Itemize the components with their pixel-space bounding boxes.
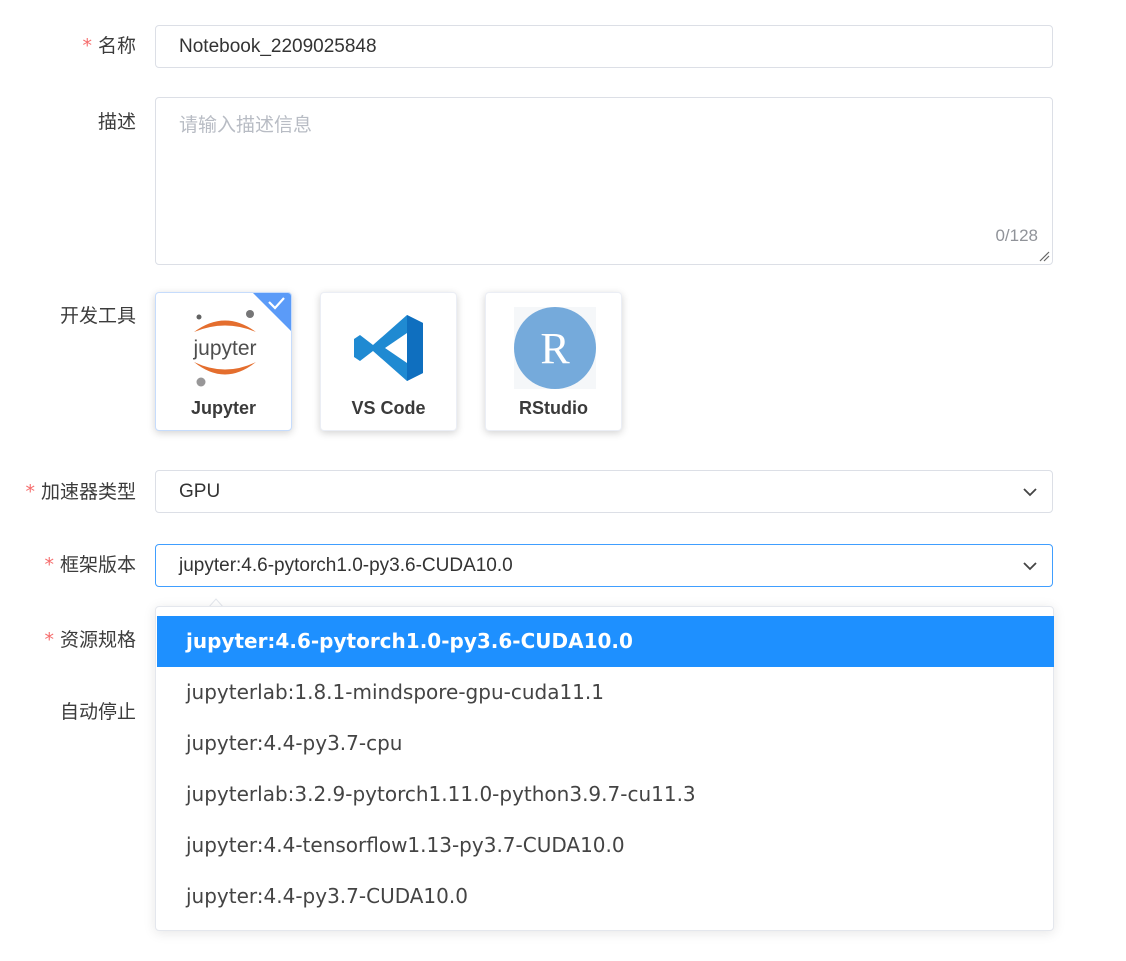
chevron-down-icon <box>1023 562 1037 571</box>
selected-check-icon <box>253 293 291 331</box>
description-placeholder: 请输入描述信息 <box>179 114 313 136</box>
vscode-logo-icon <box>354 315 423 381</box>
framework-dropdown: jupyter:4.6-pytorch1.0-py3.6-CUDA10.0 ju… <box>155 606 1054 931</box>
dev-tools-label: 开发工具 <box>59 305 136 327</box>
name-input-value: Notebook_2209025848 <box>179 36 377 57</box>
resource-spec-label: * 资源规格 <box>44 629 136 651</box>
tool-name-rstudio: RStudio <box>519 398 588 418</box>
rstudio-logo-icon: R <box>514 307 596 389</box>
framework-option[interactable]: jupyter:4.4-py3.7-cpu <box>157 718 1054 769</box>
framework-option[interactable]: jupyter:4.4-tensorflow1.13-py3.7-CUDA10.… <box>157 820 1054 871</box>
tool-card-vscode[interactable]: VS Code <box>320 292 457 431</box>
framework-option[interactable]: jupyterlab:1.8.1-mindspore-gpu-cuda11.1 <box>157 667 1054 718</box>
framework-option[interactable]: jupyterlab:3.2.9-pytorch1.11.0-python3.9… <box>157 769 1054 820</box>
rstudio-logo-text: R <box>540 324 570 373</box>
tool-card-rstudio[interactable]: R RStudio <box>485 292 622 431</box>
chevron-down-icon <box>1023 488 1037 497</box>
description-textarea[interactable]: 请输入描述信息 0/128 <box>155 97 1053 265</box>
description-label: 描述 <box>97 111 136 133</box>
tool-name-jupyter: Jupyter <box>190 398 257 418</box>
framework-select-value: jupyter:4.6-pytorch1.0-py3.6-CUDA10.0 <box>179 555 513 576</box>
framework-option[interactable]: jupyter:4.4-py3.7-CUDA10.0 <box>157 871 1054 922</box>
resize-handle-icon[interactable] <box>1038 250 1050 262</box>
name-input[interactable]: Notebook_2209025848 <box>155 25 1053 68</box>
tool-card-jupyter[interactable]: jupyter Jupyter <box>155 292 292 431</box>
framework-select[interactable]: jupyter:4.6-pytorch1.0-py3.6-CUDA10.0 <box>155 544 1053 587</box>
auto-stop-label: 自动停止 <box>59 701 136 723</box>
framework-label: * 框架版本 <box>44 554 136 576</box>
accelerator-select-value: GPU <box>179 481 221 502</box>
tool-name-vscode: VS Code <box>351 398 426 418</box>
framework-option[interactable]: jupyter:4.6-pytorch1.0-py3.6-CUDA10.0 <box>157 616 1054 667</box>
jupyter-logo-text: jupyter <box>192 337 256 360</box>
accelerator-label: * 加速器类型 <box>25 481 136 503</box>
accelerator-select[interactable]: GPU <box>155 470 1053 513</box>
name-label: * 名称 <box>82 35 136 57</box>
description-char-counter: 0/128 <box>995 226 1038 245</box>
